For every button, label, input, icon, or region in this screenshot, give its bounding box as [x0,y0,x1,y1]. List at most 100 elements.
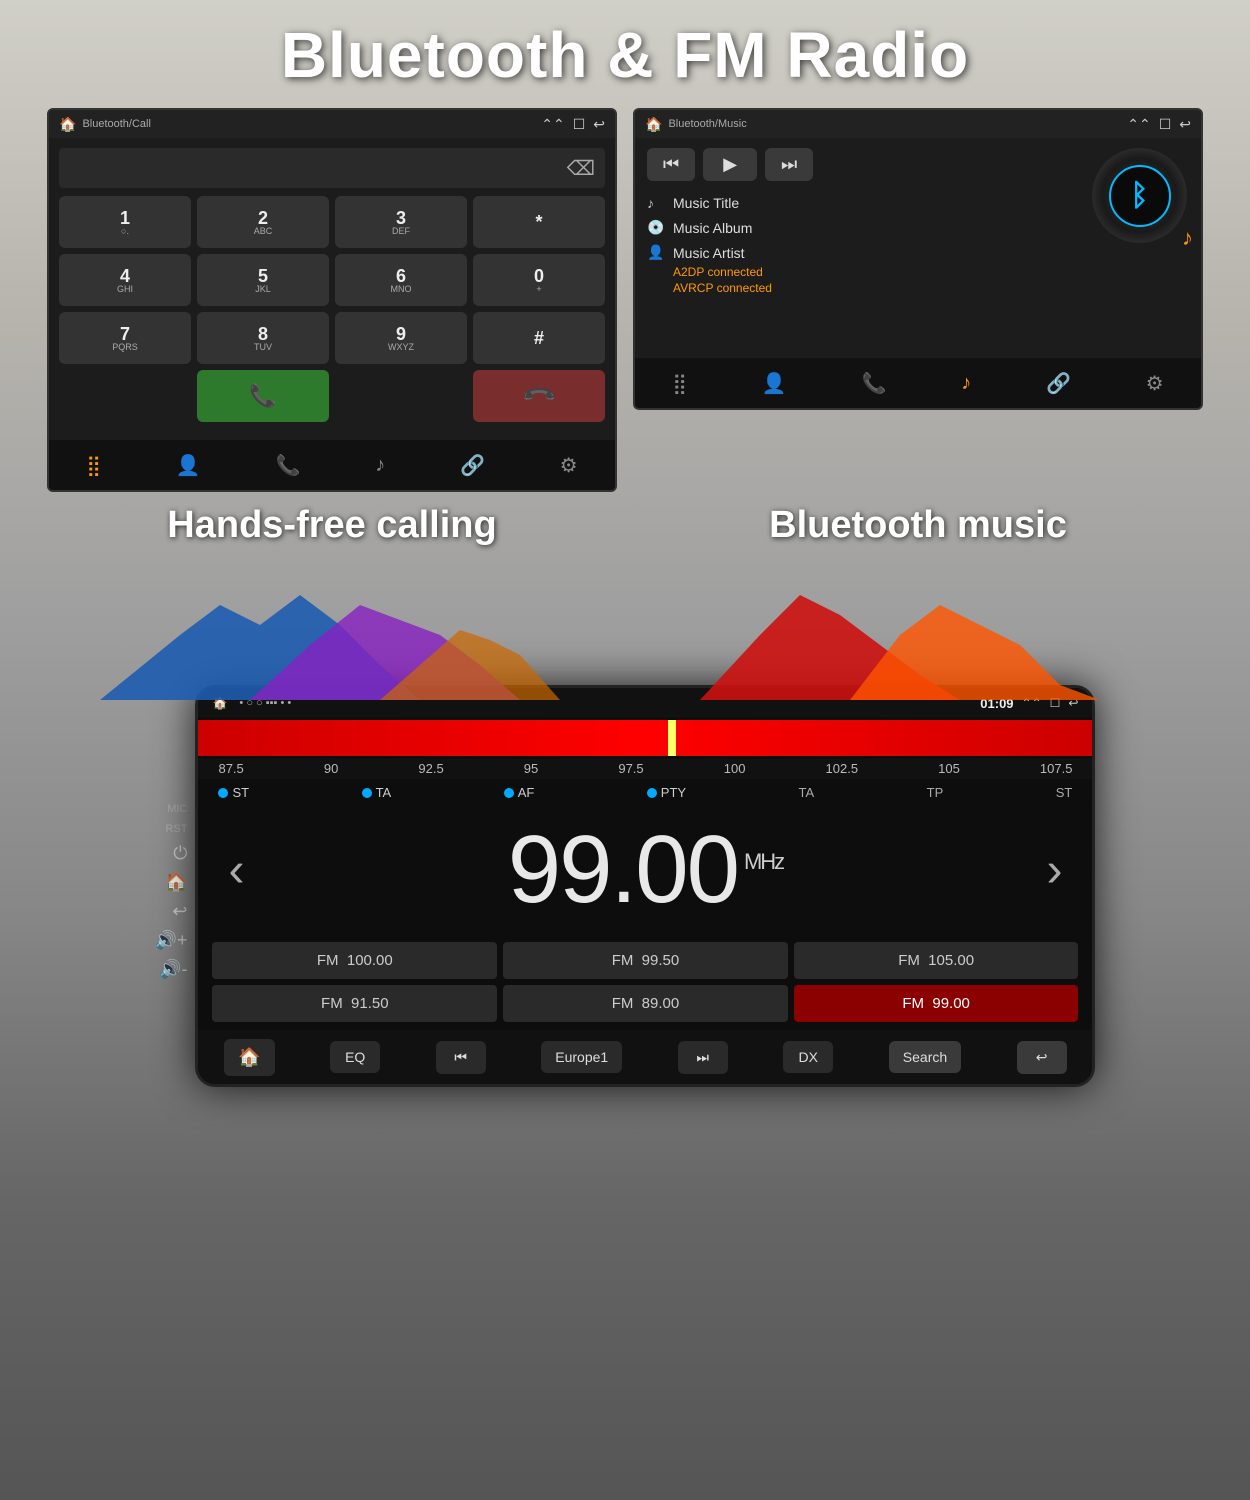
left-nav-bar: ⣿ 👤 📞 ♪ 🔗 ⚙ [49,440,615,490]
pty-dot [647,788,657,798]
waveform-svg [0,545,1250,705]
vinyl-container: ᛒ ♪ [1092,148,1187,243]
setting-st: ST [218,785,249,800]
right-nav-settings-icon[interactable]: ⚙ [1146,371,1164,396]
nav-settings-icon[interactable]: ⚙ [560,453,578,478]
dx-button[interactable]: DX [783,1041,833,1073]
vol-down-icon[interactable]: 🔊- [159,959,187,980]
fm-presets: FM 100.00 FM 99.50 FM 105.00 FM 91.50 FM… [198,934,1092,1030]
right-nav-recent-icon[interactable]: 📞 [862,371,887,396]
left-home-icon: 🏠 [59,116,76,133]
end-call-icon: 📞 [520,377,558,415]
screens-section: 🏠 Bluetooth/Call ⌃⌃ ☐ ↩ ⌫ [0,108,1250,492]
key-1[interactable]: 1 ○. [59,196,191,248]
fm-main-display: ‹ 99.00MHz › [198,806,1092,934]
home-side-icon[interactable]: 🏠 [165,872,187,893]
station-name-button[interactable]: Europe1 [541,1041,622,1073]
freq-90: 90 [324,761,338,776]
freq-95: 95 [524,761,538,776]
right-nav-music-icon[interactable]: ♪ [961,372,971,395]
prev-button[interactable]: ⏮ [647,148,695,181]
setting-af: AF [504,785,535,800]
left-android-screen: 🏠 Bluetooth/Call ⌃⌃ ☐ ↩ ⌫ [47,108,617,492]
key-hash[interactable]: # [473,312,605,364]
nav-dialpad-icon[interactable]: ⣿ [86,453,101,478]
back-side-icon[interactable]: ↩ [172,901,187,922]
key-7[interactable]: 7 PQRS [59,312,191,364]
pty-label: PTY [661,785,686,800]
preset-1[interactable]: FM 100.00 [212,942,497,979]
vinyl-record: ᛒ [1092,148,1187,243]
preset-5[interactable]: FM 89.00 [503,985,788,1022]
key-8[interactable]: 8 TUV [197,312,329,364]
dialer-screen: ⌫ 1 ○. 2 ABC 3 DEF [49,138,615,440]
nav-contacts-icon[interactable]: 👤 [176,453,201,478]
preset-4[interactable]: FM 91.50 [212,985,497,1022]
key-0plus[interactable]: 0 + [473,254,605,306]
fm-frequency-bar[interactable] [198,720,1092,756]
album-art-container: ᛒ ♪ [1092,148,1187,243]
ta-dot [362,788,372,798]
freq-up-button[interactable]: › [1046,843,1062,898]
key-5[interactable]: 5 JKL [197,254,329,306]
eq-button[interactable]: EQ [330,1041,380,1073]
key-2[interactable]: 2 ABC [197,196,329,248]
key-4[interactable]: 4 GHI [59,254,191,306]
nav-recent-icon[interactable]: 📞 [276,453,301,478]
call-button[interactable]: 📞 [197,370,329,422]
backspace-button[interactable]: ⌫ [567,156,595,181]
st-right-label: ST [1056,785,1073,800]
bluetooth-icon: ᛒ [1131,179,1149,213]
key-6[interactable]: 6 MNO [335,254,467,306]
music-artist-row: 👤 Music Artist [647,244,1189,261]
right-nav-contacts-icon[interactable]: 👤 [762,371,787,396]
music-album-icon: 💿 [647,219,665,236]
af-dot [504,788,514,798]
right-feature-label: Bluetooth music [633,504,1203,547]
play-button[interactable]: ▶ [703,148,757,181]
side-controls: MIC RST ⏻ 🏠 ↩ 🔊+ 🔊- [155,685,188,1087]
fm-back-button[interactable]: ↩ [1017,1041,1067,1074]
freq-102-5: 102.5 [826,761,859,776]
main-container: Bluetooth & FM Radio 🏠 Bluetooth/Call ⌃⌃… [0,0,1250,1500]
preset-6[interactable]: FM 99.00 [794,985,1079,1022]
left-feature-label: Hands-free calling [47,504,617,547]
dialer-input[interactable]: ⌫ [59,148,605,188]
power-icon[interactable]: ⏻ [173,843,187,864]
rst-label: RST [165,823,187,835]
freq-105: 105 [938,761,960,776]
right-screen-title: Bluetooth/Music [668,118,746,130]
key-star[interactable]: * [473,196,605,248]
bluetooth-ring: ᛒ [1109,165,1171,227]
next-button[interactable]: ⏭ [765,148,813,181]
left-screen-title: Bluetooth/Call [82,118,151,130]
search-button[interactable]: Search [889,1041,961,1073]
st-label: ST [232,785,249,800]
setting-ta: TA [362,785,392,800]
preset-2[interactable]: FM 99.50 [503,942,788,979]
freq-87-5: 87.5 [218,761,243,776]
key-3[interactable]: 3 DEF [335,196,467,248]
prev-station-button[interactable]: ⏮ [436,1041,486,1074]
avrcp-status: AVRCP connected [673,281,1189,295]
nav-music-icon[interactable]: ♪ [375,454,385,477]
nav-link-icon[interactable]: 🔗 [460,453,485,478]
tp-right-label: TP [927,785,944,800]
fm-home-button[interactable]: 🏠 [224,1039,274,1076]
end-call-button[interactable]: 📞 [473,370,605,422]
waveform-section [0,545,1250,705]
vol-up-icon[interactable]: 🔊+ [155,930,188,951]
mic-label: MIC [167,803,187,815]
next-station-button[interactable]: ⏭ [678,1041,728,1074]
music-note-icon: ♪ [647,195,665,211]
rst-control: RST [165,823,187,835]
call-icon: 📞 [249,383,276,409]
left-status-bar: 🏠 Bluetooth/Call ⌃⌃ ☐ ↩ [49,110,615,138]
music-screen: ⏮ ▶ ⏭ ♪ Music Title 💿 Music Album [635,138,1201,358]
key-9[interactable]: 9 WXYZ [335,312,467,364]
right-nav-link-icon[interactable]: 🔗 [1046,371,1071,396]
freq-down-button[interactable]: ‹ [228,843,244,898]
right-nav-dialpad-icon[interactable]: ⣿ [672,371,687,396]
preset-3[interactable]: FM 105.00 [794,942,1079,979]
ta-label: TA [376,785,392,800]
